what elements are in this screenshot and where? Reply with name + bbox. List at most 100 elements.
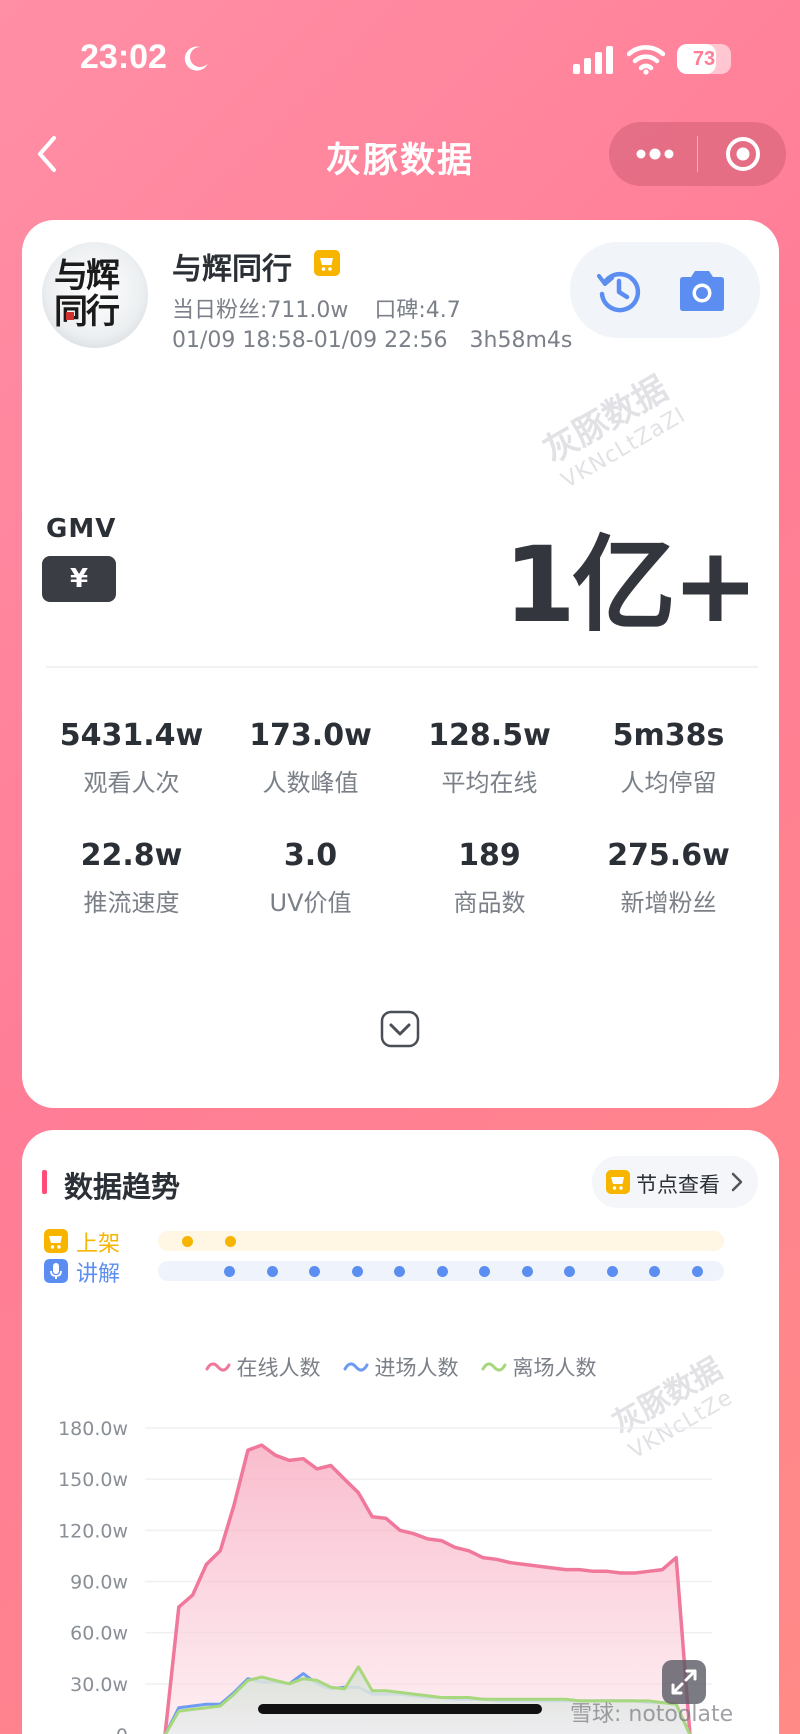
timeline-dot[interactable] [266, 1266, 278, 1277]
timeline-dot[interactable] [521, 1266, 533, 1277]
y-tick-label: 120.0w [58, 1520, 128, 1542]
stat-peak: 173.0w 人数峰值 [221, 718, 400, 798]
gmv-label: GMV [46, 514, 117, 544]
battery-indicator: 73 [677, 44, 731, 74]
wifi-icon [627, 45, 665, 75]
stat-label: 平均在线 [441, 769, 538, 797]
shop-cart-icon [606, 1170, 630, 1194]
moon-icon [184, 46, 208, 71]
action-pill [570, 242, 760, 338]
timeline-dot[interactable] [394, 1266, 405, 1277]
stat-value: 173.0w [249, 718, 372, 753]
stat-product-count: 189 商品数 [400, 838, 579, 918]
chevron-right-icon [731, 1172, 743, 1192]
legend-label: 离场人数 [512, 1356, 597, 1380]
timeline-dot[interactable] [691, 1266, 703, 1277]
legend-online[interactable]: 在线人数 [205, 1352, 321, 1382]
series-layer [163, 1443, 692, 1734]
watermark-code: VKNcLtZaZI [557, 402, 691, 494]
explain-timeline [158, 1261, 724, 1281]
duration: 3h58m4s [469, 328, 573, 353]
timeline-dot[interactable] [606, 1266, 618, 1277]
shop-cart-icon [44, 1229, 68, 1253]
stat-avg-stay: 5m38s 人均停留 [579, 718, 758, 798]
timeline-dot[interactable] [182, 1236, 193, 1247]
y-tick-label: 90.0w [70, 1572, 128, 1594]
signal-icon [573, 46, 613, 74]
stat-label: 推流速度 [83, 889, 180, 917]
stat-value: 5431.4w [59, 718, 204, 753]
status-time: 23:02 [80, 38, 167, 76]
stat-avg-online: 128.5w 平均在线 [400, 718, 579, 798]
stat-label: UV价值 [269, 889, 352, 917]
watermark: 灰豚数据 VKNcLtZaZI [533, 360, 690, 494]
y-tick-label: 0 [116, 1725, 128, 1734]
fans-count: 当日粉丝:711.0w [172, 298, 349, 323]
stat-stream-speed: 22.8w 推流速度 [42, 838, 221, 918]
explain-track: 讲解 [44, 1258, 734, 1287]
timeline-dot[interactable] [309, 1266, 320, 1277]
shelf-label: 上架 [76, 1232, 121, 1257]
wave-icon [205, 1362, 230, 1372]
more-icon[interactable] [633, 142, 677, 166]
stat-new-fans: 275.6w 新增粉丝 [579, 838, 758, 918]
stat-views: 5431.4w 观看人次 [42, 718, 221, 798]
stat-label: 新增粉丝 [620, 889, 717, 917]
y-tick-label: 60.0w [70, 1623, 128, 1645]
shelf-timeline [158, 1231, 724, 1251]
legend-label: 进场人数 [374, 1356, 459, 1380]
chart-legend: 在线人数 进场人数 离场人数 [22, 1352, 779, 1382]
battery-level: 73 [692, 48, 716, 70]
stat-label: 观看人次 [83, 769, 180, 797]
history-icon[interactable] [596, 268, 642, 314]
microphone-icon [44, 1259, 68, 1283]
stat-value: 5m38s [612, 718, 725, 753]
time-range: 01/09 18:58-01/09 22:56 [172, 328, 448, 353]
gmv-value: 1亿+ [503, 524, 759, 646]
stat-value: 3.0 [283, 838, 338, 873]
timeline-dot[interactable] [224, 1266, 235, 1277]
camera-icon[interactable] [676, 268, 728, 314]
avatar[interactable]: 与辉同行 [42, 242, 148, 348]
live-overview-card: 与辉同行 与辉同行 当日粉丝:711.0w 口碑:4.7 01/09 18:58-… [22, 220, 779, 1108]
stat-uv-value: 3.0 UV价值 [221, 838, 400, 918]
home-indicator [258, 1704, 542, 1714]
divider [46, 666, 758, 668]
stat-label: 人均停留 [620, 769, 717, 797]
close-target-icon[interactable] [723, 134, 763, 174]
stat-value: 189 [458, 838, 521, 873]
footer-watermark: 雪球: notoolate [570, 1702, 734, 1727]
y-tick-label: 150.0w [58, 1469, 128, 1491]
explain-label: 讲解 [76, 1262, 121, 1287]
y-tick-label: 30.0w [70, 1674, 128, 1696]
stat-label: 商品数 [453, 889, 526, 917]
watermark-brand: 灰豚数据 [536, 368, 675, 472]
capsule-divider [697, 136, 698, 172]
expand-chevron-icon[interactable] [380, 1010, 420, 1048]
anchor-meta: 当日粉丝:711.0w 口碑:4.7 [172, 292, 487, 324]
trend-title: 数据趋势 [64, 1170, 181, 1204]
shop-cart-icon [314, 250, 340, 276]
wave-icon [343, 1362, 368, 1372]
anchor-name[interactable]: 与辉同行 [172, 244, 292, 288]
section-marker [42, 1170, 47, 1194]
timeline-dot[interactable] [479, 1266, 490, 1277]
legend-leave[interactable]: 离场人数 [481, 1352, 597, 1382]
y-tick-label: 180.0w [58, 1418, 128, 1440]
live-time: 01/09 18:58-01/09 22:56 3h58m4s [172, 328, 594, 353]
rating: 口碑:4.7 [374, 298, 461, 323]
stat-value: 22.8w [80, 838, 183, 873]
timeline-dot[interactable] [564, 1266, 575, 1277]
shelf-track: 上架 [44, 1228, 734, 1257]
timeline-dot[interactable] [649, 1266, 660, 1277]
data-trend-card: 数据趋势 节点查看 上架 讲解 在线人数 进场人数 离场人数 灰豚数据 VKNc… [22, 1130, 779, 1734]
stat-value: 128.5w [428, 718, 551, 753]
timeline-dot[interactable] [351, 1266, 363, 1277]
legend-enter[interactable]: 进场人数 [343, 1352, 459, 1382]
stat-value: 275.6w [607, 838, 730, 873]
timeline-dot[interactable] [436, 1266, 448, 1277]
node-view-button[interactable]: 节点查看 [592, 1156, 758, 1208]
stats-grid: 5431.4w 观看人次 173.0w 人数峰值 128.5w 平均在线 5m3… [42, 718, 758, 918]
node-view-label: 节点查看 [636, 1173, 720, 1197]
timeline-dot[interactable] [224, 1236, 236, 1247]
